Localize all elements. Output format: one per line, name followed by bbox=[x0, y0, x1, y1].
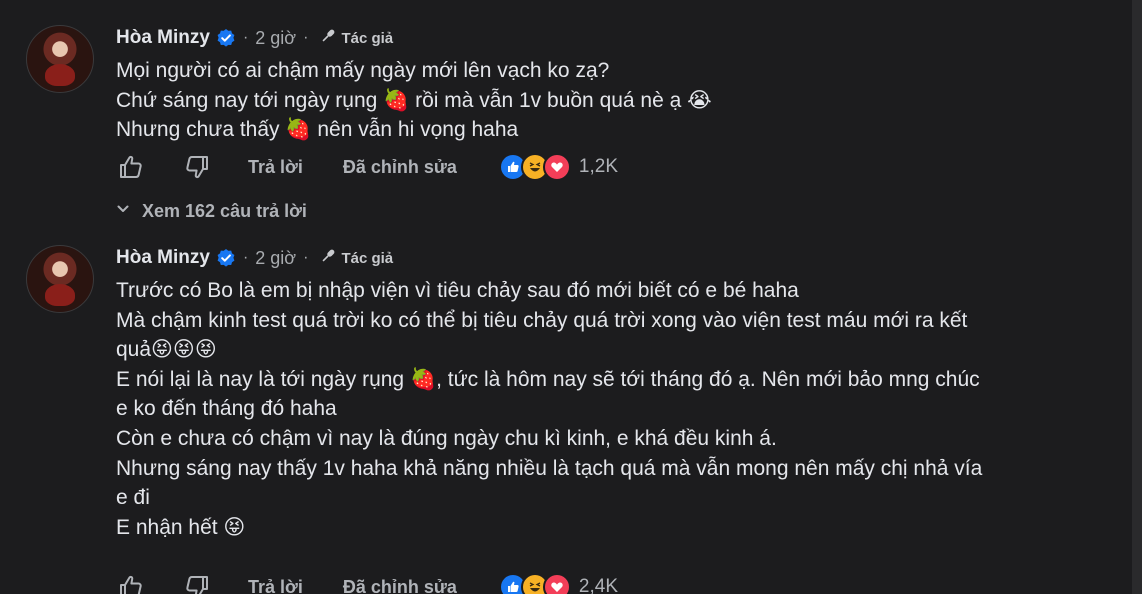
edited-label[interactable]: Đã chỉnh sửa bbox=[343, 577, 457, 594]
like-icon[interactable] bbox=[116, 152, 146, 182]
dislike-icon[interactable] bbox=[182, 152, 212, 182]
reaction-count: 1,2K bbox=[578, 156, 618, 177]
comment-line: e đi bbox=[116, 486, 150, 510]
author-name[interactable]: Hòa Minzy bbox=[116, 247, 210, 269]
reply-button[interactable]: Trả lời bbox=[248, 577, 303, 594]
microphone-icon bbox=[319, 27, 337, 50]
separator-dot: · bbox=[242, 249, 249, 266]
comment-line: E nhận hết 😝 bbox=[116, 515, 246, 539]
author-name[interactable]: Hòa Minzy bbox=[116, 27, 210, 49]
comment-line: quả😝😝😝 bbox=[116, 338, 217, 362]
comment-header: Hòa Minzy · 2 giờ · Tác giả bbox=[116, 22, 1116, 54]
separator-dot: · bbox=[303, 29, 309, 46]
comment-line: Mà chậm kinh test quá trời ko có thể bị … bbox=[116, 308, 968, 332]
reply-button[interactable]: Trả lời bbox=[248, 157, 303, 178]
love-reaction-icon bbox=[542, 153, 571, 181]
love-reaction-icon bbox=[542, 573, 571, 594]
avatar[interactable] bbox=[26, 25, 94, 93]
comment-line: Chứ sáng nay tới ngày rụng 🍓 rồi mà vẫn … bbox=[116, 88, 712, 112]
comments-panel: Hòa Minzy · 2 giờ · Tác giả Mọi người có… bbox=[0, 0, 1142, 594]
dislike-icon[interactable] bbox=[182, 572, 212, 594]
scrollbar[interactable] bbox=[1132, 0, 1142, 594]
comment-line: Nhưng chưa thấy 🍓 nên vẫn hi vọng haha bbox=[116, 118, 519, 142]
comment-line: Còn e chưa có chậm vì nay là đúng ngày c… bbox=[116, 426, 777, 450]
reactions-summary[interactable]: 2,4K bbox=[498, 573, 618, 594]
author-badge: Tác giả bbox=[341, 249, 394, 267]
like-icon[interactable] bbox=[116, 572, 146, 594]
comment-body: Hòa Minzy · 2 giờ · Tác giả Mọi người có… bbox=[116, 22, 1116, 145]
comment-text: Trước có Bo là em bị nhập viện vì tiêu c… bbox=[116, 276, 1116, 542]
view-replies-button[interactable]: Xem 162 câu trả lời bbox=[116, 197, 307, 225]
verified-badge-icon bbox=[216, 28, 236, 48]
comment-line: E nói lại là nay là tới ngày rụng 🍓, tức… bbox=[116, 367, 980, 391]
microphone-icon bbox=[319, 247, 337, 270]
view-replies-label[interactable]: Xem 162 câu trả lời bbox=[142, 201, 307, 222]
timestamp[interactable]: 2 giờ bbox=[255, 248, 296, 269]
author-badge: Tác giả bbox=[341, 29, 394, 47]
reaction-count: 2,4K bbox=[578, 576, 618, 594]
comment-header: Hòa Minzy · 2 giờ · Tác giả bbox=[116, 242, 1116, 274]
avatar[interactable] bbox=[26, 245, 94, 313]
reactions-summary[interactable]: 1,2K bbox=[498, 153, 618, 181]
comment-line: Nhưng sáng nay thấy 1v haha khả năng nhi… bbox=[116, 456, 983, 480]
avatar-figure bbox=[45, 284, 75, 306]
separator-dot: · bbox=[303, 249, 309, 266]
comment-line: e ko đến tháng đó haha bbox=[116, 397, 337, 421]
verified-badge-icon bbox=[216, 248, 236, 268]
edited-label[interactable]: Đã chỉnh sửa bbox=[343, 157, 457, 178]
comment-line: Trước có Bo là em bị nhập viện vì tiêu c… bbox=[116, 279, 799, 302]
avatar-figure bbox=[45, 64, 75, 86]
chevron-down-icon bbox=[116, 202, 130, 221]
timestamp[interactable]: 2 giờ bbox=[255, 28, 296, 49]
comment-body: Hòa Minzy · 2 giờ · Tác giả Trước có Bo … bbox=[116, 242, 1116, 542]
comment-line: Mọi người có ai chậm mấy ngày mới lên vạ… bbox=[116, 59, 610, 82]
comment-actions: Trả lời Đã chỉnh sửa 2,4K bbox=[116, 571, 618, 594]
comment-text: Mọi người có ai chậm mấy ngày mới lên vạ… bbox=[116, 56, 1116, 145]
comment-actions: Trả lời Đã chỉnh sửa 1,2K bbox=[116, 151, 618, 183]
separator-dot: · bbox=[242, 29, 249, 46]
